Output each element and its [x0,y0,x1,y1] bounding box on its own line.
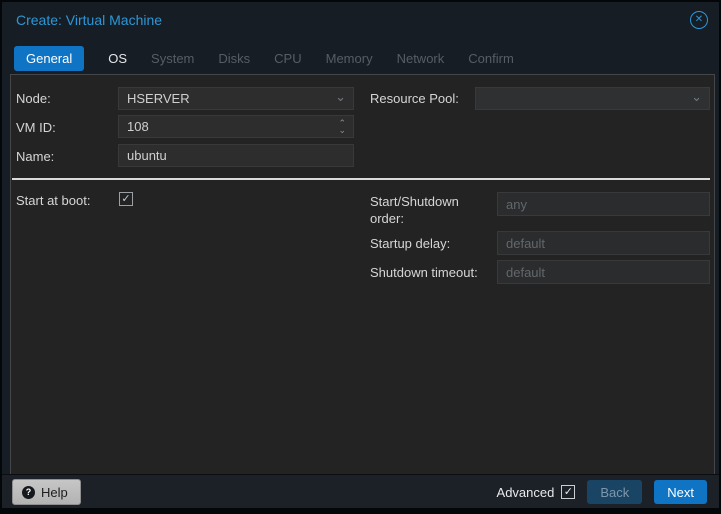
tab-disks: Disks [218,50,251,66]
help-button[interactable]: ? Help [12,479,81,505]
shutdown-timeout-label: Shutdown timeout: [370,265,478,280]
startup-delay-input[interactable] [498,235,709,251]
name-field[interactable] [118,144,354,167]
advanced-toggle[interactable]: Advanced ✓ [497,485,576,500]
tab-memory: Memory [325,50,373,66]
startup-delay-field[interactable] [497,231,710,255]
advanced-section-divider [12,178,710,180]
name-label: Name: [16,149,55,164]
close-x-glyph: ✕ [694,14,704,25]
start-shutdown-order-input[interactable] [498,196,709,212]
chevron-down-icon[interactable]: ⌄ [335,90,353,107]
next-button[interactable]: Next [654,480,707,504]
question-mark-icon: ? [22,485,35,499]
vm-id-input[interactable] [119,119,339,134]
tab-bar: General OS System Disks CPU Memory Netwo… [14,45,514,71]
close-icon[interactable]: ✕ [690,11,708,29]
node-input[interactable] [119,91,336,106]
shutdown-timeout-field[interactable] [497,260,710,284]
check-icon: ✓ [121,192,131,205]
check-icon: ✓ [563,485,573,498]
tab-os[interactable]: OS [108,46,127,71]
node-combobox[interactable]: ⌄ [118,87,354,110]
resource-pool-combobox[interactable]: ⌄ [475,87,710,110]
spinner-arrows-icon[interactable]: ⌃ ⌄ [338,118,353,134]
advanced-label: Advanced [496,484,555,500]
footer-actions: Advanced ✓ Back Next [497,479,707,505]
footer-bar: ? Help Advanced ✓ Back Next [2,474,719,508]
advanced-checkbox[interactable]: ✓ [561,485,576,499]
spinner-down-icon[interactable]: ⌄ [338,125,346,134]
name-input[interactable] [119,148,353,163]
create-vm-dialog: Create: Virtual Machine ✕ General OS Sys… [2,2,719,508]
screenshot-root: Create: Virtual Machine ✕ General OS Sys… [0,0,721,514]
tab-general[interactable]: General [14,45,85,71]
vm-id-label: VM ID: [16,120,56,135]
start-at-boot-checkbox[interactable]: ✓ [119,192,133,206]
start-at-boot-label: Start at boot: [16,193,91,208]
dialog-title: Create: Virtual Machine [16,12,163,28]
start-shutdown-order-label: Start/Shutdown order: [370,194,459,226]
chevron-down-icon[interactable]: ⌄ [691,90,709,107]
tab-network: Network [396,50,445,66]
help-button-label: Help [41,484,68,500]
resource-pool-label: Resource Pool: [370,91,459,106]
tab-cpu: CPU [274,50,302,66]
tab-system: System [151,50,195,66]
shutdown-timeout-input[interactable] [498,264,709,280]
startup-delay-label: Startup delay: [370,236,451,251]
tab-confirm: Confirm [468,50,514,66]
vm-id-spinner-field[interactable]: ⌃ ⌄ [118,115,354,138]
node-label: Node: [16,91,51,106]
start-shutdown-order-field[interactable] [497,192,710,216]
back-button[interactable]: Back [587,480,643,504]
resource-pool-input[interactable] [476,91,692,106]
